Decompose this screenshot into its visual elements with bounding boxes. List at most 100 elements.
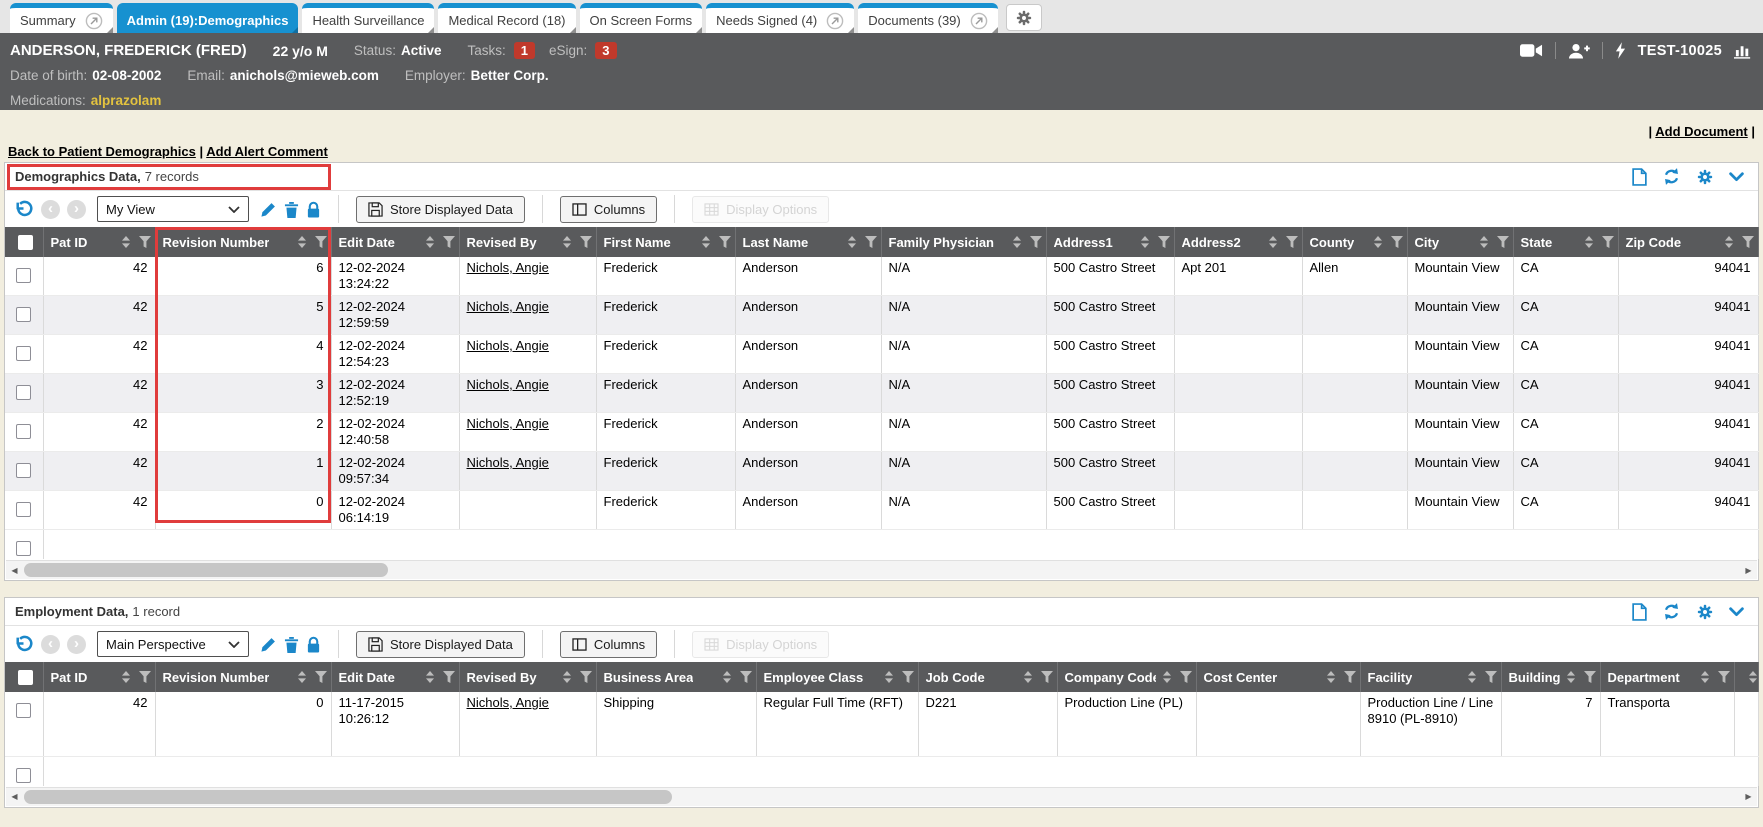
- filter-funnel-icon[interactable]: [1584, 671, 1596, 683]
- revised-by-link[interactable]: Nichols, Angie: [459, 335, 596, 374]
- undo-icon[interactable]: [13, 199, 34, 220]
- column-header[interactable]: Revision Number: [155, 662, 331, 692]
- row-checkbox[interactable]: [16, 424, 31, 439]
- horizontal-scrollbar[interactable]: ◀ ▶: [6, 560, 1757, 579]
- sort-icon[interactable]: [562, 236, 572, 248]
- esign-badge[interactable]: 3: [595, 42, 616, 59]
- sort-icon[interactable]: [1162, 671, 1172, 683]
- tab-documents[interactable]: Documents (39): [858, 3, 997, 33]
- store-displayed-data-button[interactable]: Store Displayed Data: [356, 196, 525, 223]
- column-header[interactable]: Revised By: [459, 227, 596, 257]
- tab-admin-demographics[interactable]: Admin (19):Demographics: [117, 3, 299, 33]
- columns-button[interactable]: Columns: [560, 631, 657, 658]
- sort-icon[interactable]: [1268, 236, 1278, 248]
- new-document-icon[interactable]: [1632, 603, 1647, 621]
- filter-funnel-icon[interactable]: [1180, 671, 1192, 683]
- lock-icon[interactable]: [306, 636, 321, 653]
- new-document-icon[interactable]: [1632, 168, 1647, 186]
- column-header[interactable]: County: [1302, 227, 1407, 257]
- scrollbar-thumb[interactable]: [24, 790, 672, 804]
- filter-funnel-icon[interactable]: [1041, 671, 1053, 683]
- column-header[interactable]: Employee Class: [756, 662, 918, 692]
- collapse-icon[interactable]: [1729, 172, 1744, 182]
- filter-funnel-icon[interactable]: [865, 236, 877, 248]
- sort-icon[interactable]: [701, 236, 711, 248]
- edit-pencil-icon[interactable]: [260, 201, 277, 218]
- scroll-right-arrow[interactable]: ▶: [1740, 788, 1757, 806]
- refresh-icon[interactable]: [1662, 602, 1681, 621]
- scroll-left-arrow[interactable]: ◀: [6, 561, 23, 579]
- next-icon[interactable]: ›: [67, 635, 86, 654]
- row-checkbox[interactable]: [16, 463, 31, 478]
- scrollbar-thumb[interactable]: [24, 563, 388, 577]
- revised-by-link[interactable]: [459, 491, 596, 530]
- table-row[interactable]: 42 1 12-02-2024 09:57:34 Nichols, Angie …: [5, 452, 1758, 491]
- columns-button[interactable]: Columns: [560, 196, 657, 223]
- sort-icon[interactable]: [1748, 671, 1758, 683]
- sort-icon[interactable]: [1140, 236, 1150, 248]
- row-checkbox[interactable]: [16, 703, 31, 718]
- display-options-button[interactable]: Display Options: [692, 196, 829, 223]
- column-header[interactable]: Facility: [1360, 662, 1501, 692]
- row-checkbox[interactable]: [16, 268, 31, 283]
- column-header[interactable]: Edit Date: [331, 662, 459, 692]
- sort-icon[interactable]: [1724, 236, 1734, 248]
- sort-icon[interactable]: [1373, 236, 1383, 248]
- column-header[interactable]: Revision Number: [155, 227, 331, 257]
- sort-icon[interactable]: [1467, 671, 1477, 683]
- next-icon[interactable]: ›: [67, 200, 86, 219]
- scroll-right-arrow[interactable]: ▶: [1740, 561, 1757, 579]
- column-header[interactable]: Zip Code: [1618, 227, 1758, 257]
- sort-icon[interactable]: [297, 671, 307, 683]
- tab-medical-record[interactable]: Medical Record (18): [438, 3, 575, 33]
- tab-needs-signed[interactable]: Needs Signed (4): [706, 3, 854, 33]
- table-row[interactable]: 42 6 12-02-2024 13:24:22 Nichols, Angie …: [5, 257, 1758, 296]
- sort-icon[interactable]: [425, 671, 435, 683]
- column-header[interactable]: Department: [1600, 662, 1734, 692]
- sort-icon[interactable]: [562, 671, 572, 683]
- sort-icon[interactable]: [297, 236, 307, 248]
- popout-icon[interactable]: [85, 12, 103, 30]
- add-document-link[interactable]: Add Document: [1655, 124, 1747, 139]
- column-header[interactable]: Pat ID: [43, 227, 155, 257]
- store-displayed-data-button[interactable]: Store Displayed Data: [356, 631, 525, 658]
- table-row[interactable]: 42 5 12-02-2024 12:59:59 Nichols, Angie …: [5, 296, 1758, 335]
- tab-on-screen-forms[interactable]: On Screen Forms: [580, 3, 703, 33]
- filter-funnel-icon[interactable]: [902, 671, 914, 683]
- tasks-badge[interactable]: 1: [514, 42, 535, 59]
- video-camera-icon[interactable]: [1520, 43, 1543, 58]
- sort-icon[interactable]: [1584, 236, 1594, 248]
- gear-icon[interactable]: [1696, 168, 1714, 186]
- row-checkbox[interactable]: [16, 307, 31, 322]
- select-all-checkbox[interactable]: [18, 670, 33, 685]
- filter-funnel-icon[interactable]: [1485, 671, 1497, 683]
- revised-by-link[interactable]: Nichols, Angie: [459, 257, 596, 296]
- delete-trash-icon[interactable]: [284, 636, 299, 653]
- filter-funnel-icon[interactable]: [443, 671, 455, 683]
- bar-chart-icon[interactable]: [1734, 43, 1753, 59]
- medications-value[interactable]: alprazolam: [91, 93, 162, 108]
- sort-icon[interactable]: [425, 236, 435, 248]
- view-select[interactable]: My View: [97, 196, 249, 222]
- row-checkbox[interactable]: [16, 385, 31, 400]
- settings-gear-icon[interactable]: [1006, 4, 1042, 31]
- column-header[interactable]: Revised By: [459, 662, 596, 692]
- filter-funnel-icon[interactable]: [1344, 671, 1356, 683]
- revised-by-link[interactable]: Nichols, Angie: [459, 296, 596, 335]
- scroll-left-arrow[interactable]: ◀: [6, 788, 23, 806]
- revised-by-link[interactable]: Nichols, Angie: [459, 413, 596, 452]
- gear-icon[interactable]: [1696, 603, 1714, 621]
- display-options-button[interactable]: Display Options: [692, 631, 829, 658]
- column-header[interactable]: Family Physician: [881, 227, 1046, 257]
- row-checkbox[interactable]: [16, 346, 31, 361]
- filter-funnel-icon[interactable]: [443, 236, 455, 248]
- filter-funnel-icon[interactable]: [719, 236, 731, 248]
- sort-icon[interactable]: [1326, 671, 1336, 683]
- tab-summary[interactable]: Summary: [10, 3, 113, 33]
- filter-funnel-icon[interactable]: [1602, 236, 1614, 248]
- popout-icon[interactable]: [970, 12, 988, 30]
- column-header[interactable]: First Name: [596, 227, 735, 257]
- new-row-checkbox[interactable]: [16, 768, 31, 783]
- refresh-icon[interactable]: [1662, 167, 1681, 186]
- undo-icon[interactable]: [13, 634, 34, 655]
